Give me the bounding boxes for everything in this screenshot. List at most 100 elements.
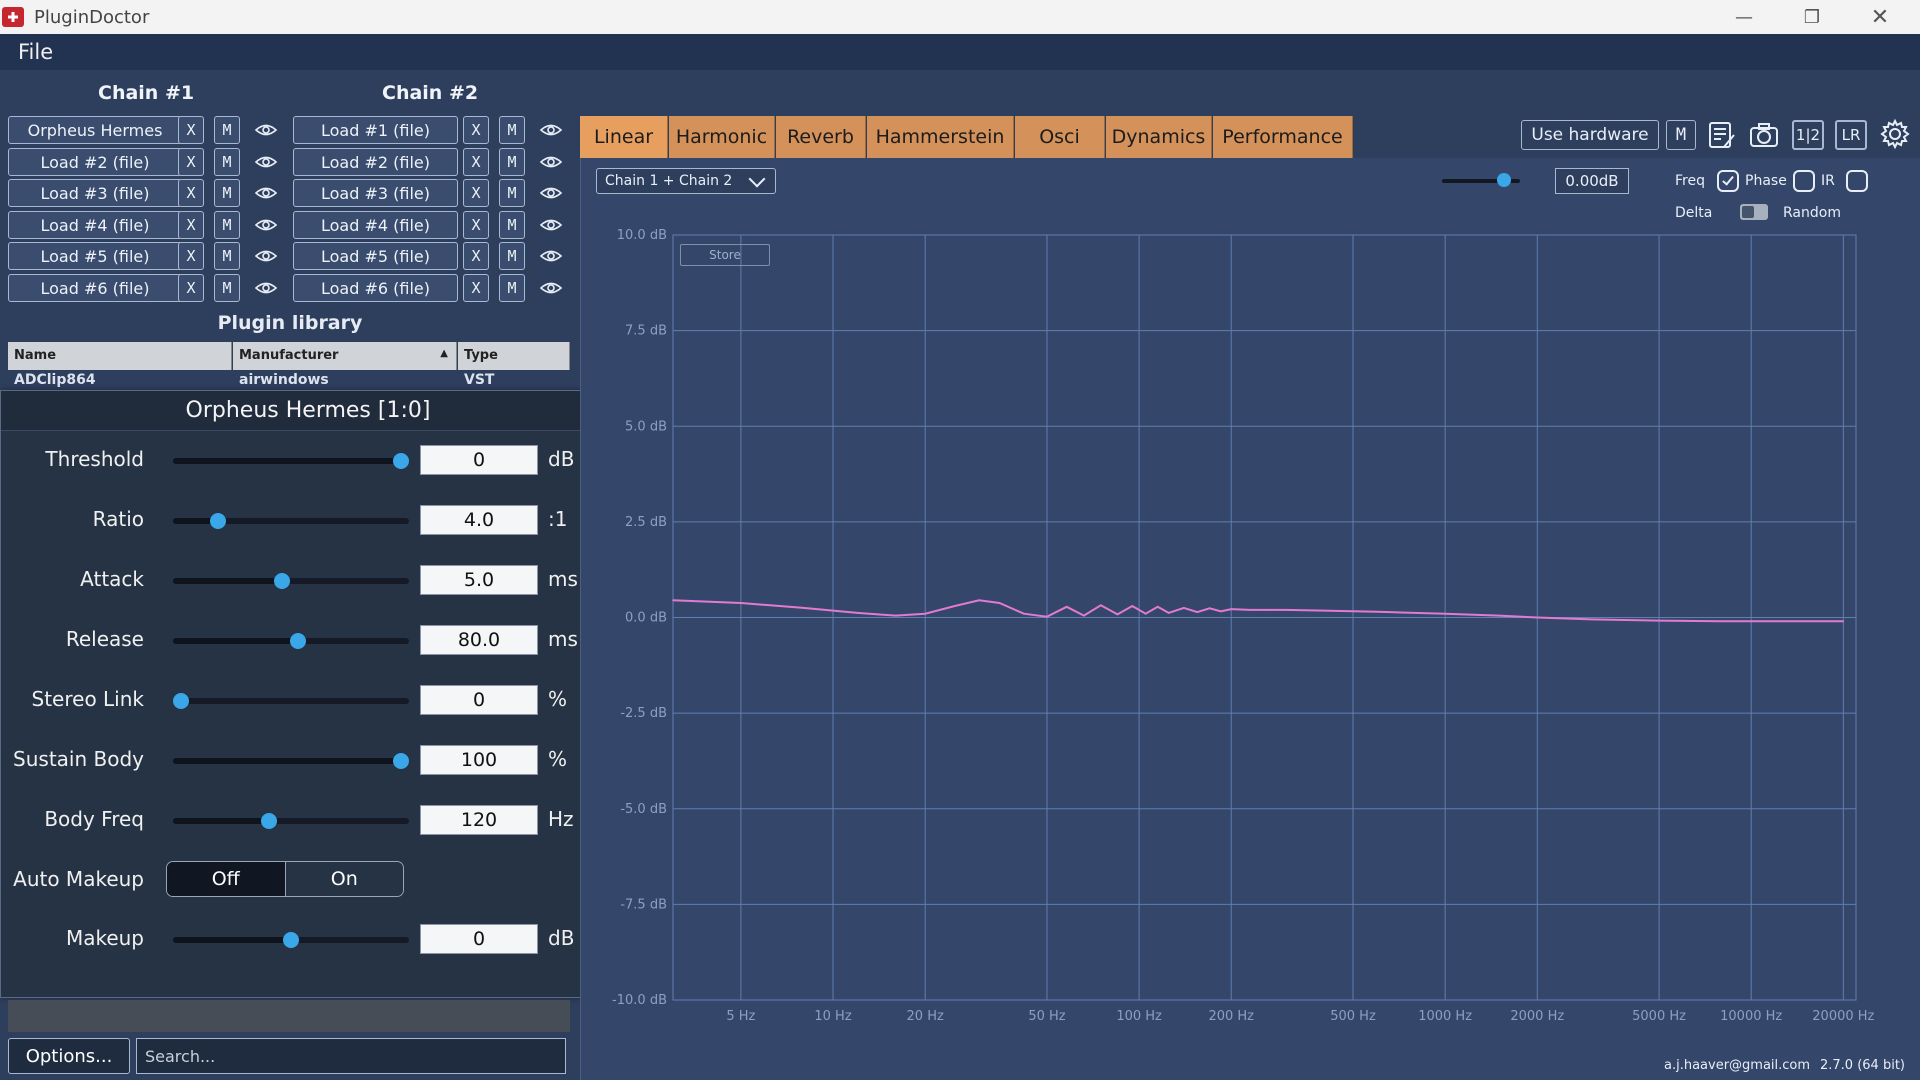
- body-freq-slider-thumb[interactable]: [261, 813, 277, 829]
- makeup-value-field[interactable]: 0: [420, 924, 538, 954]
- ratio-slider-thumb[interactable]: [210, 513, 227, 529]
- camera-icon[interactable]: [1748, 119, 1780, 151]
- chain1-slot-1-button[interactable]: Orpheus Hermes: [8, 116, 182, 144]
- chain1-slot-4-button[interactable]: Load #4 (file): [8, 211, 182, 239]
- body-freq-slider[interactable]: [173, 813, 409, 829]
- chain1-slot-6-eye-icon[interactable]: [254, 280, 278, 296]
- chain2-slot-2-eye-icon[interactable]: [539, 154, 563, 170]
- makeup-slider[interactable]: [173, 932, 409, 948]
- chain2-slot-4-button[interactable]: Load #4 (file): [293, 211, 458, 239]
- chain1-slot-4-remove-button[interactable]: X: [178, 211, 204, 239]
- sustain-body-value-field[interactable]: 100: [420, 745, 538, 775]
- tab-performance[interactable]: Performance: [1213, 116, 1353, 158]
- library-row-name[interactable]: ADClip864: [14, 372, 96, 388]
- release-value-field[interactable]: 80.0: [420, 625, 538, 655]
- gear-icon[interactable]: [1879, 118, 1911, 150]
- search-input[interactable]: Search...: [136, 1038, 566, 1074]
- chain2-slot-1-remove-button[interactable]: X: [463, 116, 489, 144]
- chain2-slot-2-remove-button[interactable]: X: [463, 148, 489, 176]
- sustain-body-slider[interactable]: [173, 753, 409, 769]
- attack-value-field[interactable]: 5.0: [420, 565, 538, 595]
- chain1-slot-2-remove-button[interactable]: X: [178, 148, 204, 176]
- makeup-slider-thumb[interactable]: [283, 932, 299, 948]
- use-hardware-button[interactable]: Use hardware: [1521, 120, 1659, 150]
- chain1-slot-2-eye-icon[interactable]: [254, 154, 278, 170]
- stereo-link-value-field[interactable]: 0: [420, 685, 538, 715]
- chain2-slot-1-mute-button[interactable]: M: [499, 116, 525, 144]
- chain1-slot-6-mute-button[interactable]: M: [214, 274, 240, 302]
- chain1-slot-6-button[interactable]: Load #6 (file): [8, 274, 182, 302]
- stereo-lr-icon[interactable]: LR: [1835, 120, 1867, 150]
- stereo-link-slider-thumb[interactable]: [173, 693, 189, 709]
- auto-makeup-off-button[interactable]: Off: [167, 862, 285, 896]
- chain2-slot-4-mute-button[interactable]: M: [499, 211, 525, 239]
- chain1-slot-5-remove-button[interactable]: X: [178, 242, 204, 270]
- ir-checkbox[interactable]: [1846, 170, 1868, 192]
- release-slider-thumb[interactable]: [289, 633, 306, 649]
- chain1-slot-1-eye-icon[interactable]: [254, 122, 278, 138]
- library-row-manufacturer[interactable]: airwindows: [239, 372, 329, 388]
- input-gain-value[interactable]: 0.00dB: [1555, 168, 1629, 194]
- delta-random-switch[interactable]: [1740, 204, 1768, 220]
- chain-mode-dropdown[interactable]: Chain 1 + Chain 2: [596, 168, 776, 194]
- chain2-slot-4-eye-icon[interactable]: [539, 217, 563, 233]
- chain2-slot-5-mute-button[interactable]: M: [499, 242, 525, 270]
- chain1-slot-5-mute-button[interactable]: M: [214, 242, 240, 270]
- chain1-slot-5-button[interactable]: Load #5 (file): [8, 242, 182, 270]
- close-window-button[interactable]: ✕: [1846, 0, 1914, 34]
- phase-checkbox[interactable]: [1793, 170, 1815, 192]
- tab-linear[interactable]: Linear: [580, 116, 668, 158]
- chain1-slot-1-remove-button[interactable]: X: [178, 116, 204, 144]
- file-menu[interactable]: File: [18, 40, 53, 64]
- column-header-type[interactable]: Type: [458, 342, 570, 370]
- chain2-slot-2-mute-button[interactable]: M: [499, 148, 525, 176]
- chain1-slot-6-remove-button[interactable]: X: [178, 274, 204, 302]
- threshold-value-field[interactable]: 0: [420, 445, 538, 475]
- chain2-slot-5-eye-icon[interactable]: [539, 248, 563, 264]
- auto-makeup-on-button[interactable]: On: [284, 862, 403, 896]
- chain2-slot-6-button[interactable]: Load #6 (file): [293, 274, 458, 302]
- threshold-slider[interactable]: [173, 453, 409, 469]
- tab-reverb[interactable]: Reverb: [776, 116, 866, 158]
- column-header-manufacturer[interactable]: Manufacturer ▲: [233, 342, 457, 370]
- chain2-slot-5-button[interactable]: Load #5 (file): [293, 242, 458, 270]
- ratio-value-field[interactable]: 4.0: [420, 505, 538, 535]
- chain1-slot-1-mute-button[interactable]: M: [214, 116, 240, 144]
- chain2-slot-5-remove-button[interactable]: X: [463, 242, 489, 270]
- chain2-slot-3-button[interactable]: Load #3 (file): [293, 179, 458, 207]
- chain2-slot-6-mute-button[interactable]: M: [499, 274, 525, 302]
- mute-output-button[interactable]: M: [1666, 120, 1696, 150]
- attack-slider-thumb[interactable]: [274, 573, 291, 589]
- chain1-slot-2-mute-button[interactable]: M: [214, 148, 240, 176]
- attack-slider[interactable]: [173, 573, 409, 589]
- library-row-type[interactable]: VST: [464, 372, 494, 388]
- chain2-slot-6-eye-icon[interactable]: [539, 280, 563, 296]
- chain2-slot-2-button[interactable]: Load #2 (file): [293, 148, 458, 176]
- tab-hammerstein[interactable]: Hammerstein: [867, 116, 1014, 158]
- tab-osci[interactable]: Osci: [1015, 116, 1105, 158]
- chain2-slot-1-eye-icon[interactable]: [539, 122, 563, 138]
- tab-harmonic[interactable]: Harmonic: [669, 116, 775, 158]
- chain2-slot-3-eye-icon[interactable]: [539, 185, 563, 201]
- sustain-body-slider-thumb[interactable]: [393, 753, 409, 769]
- chain2-slot-4-remove-button[interactable]: X: [463, 211, 489, 239]
- minimize-button[interactable]: —: [1710, 0, 1778, 34]
- freq-checkbox[interactable]: [1717, 170, 1739, 192]
- tab-dynamics[interactable]: Dynamics: [1106, 116, 1212, 158]
- frequency-response-chart[interactable]: 10.0 dB 7.5 dB 5.0 dB 2.5 dB 0.0 dB -2.5 dB -5…: [580, 220, 1920, 1080]
- chain1-slot-3-eye-icon[interactable]: [254, 185, 278, 201]
- library-scroll-area[interactable]: [8, 1000, 570, 1032]
- chain2-slot-3-remove-button[interactable]: X: [463, 179, 489, 207]
- stereo-link-slider[interactable]: [173, 693, 409, 709]
- notes-icon[interactable]: [1706, 119, 1738, 151]
- chain1-slot-4-mute-button[interactable]: M: [214, 211, 240, 239]
- chain1-slot-4-eye-icon[interactable]: [254, 217, 278, 233]
- threshold-slider-thumb[interactable]: [393, 453, 409, 469]
- column-header-name[interactable]: Name: [8, 342, 232, 370]
- chain1-slot-3-remove-button[interactable]: X: [178, 179, 204, 207]
- chain1-slot-5-eye-icon[interactable]: [254, 248, 278, 264]
- store-curve-button[interactable]: Store: [680, 244, 770, 266]
- restore-button[interactable]: ❐: [1778, 0, 1846, 34]
- release-slider[interactable]: [173, 633, 409, 649]
- chain2-slot-1-button[interactable]: Load #1 (file): [293, 116, 458, 144]
